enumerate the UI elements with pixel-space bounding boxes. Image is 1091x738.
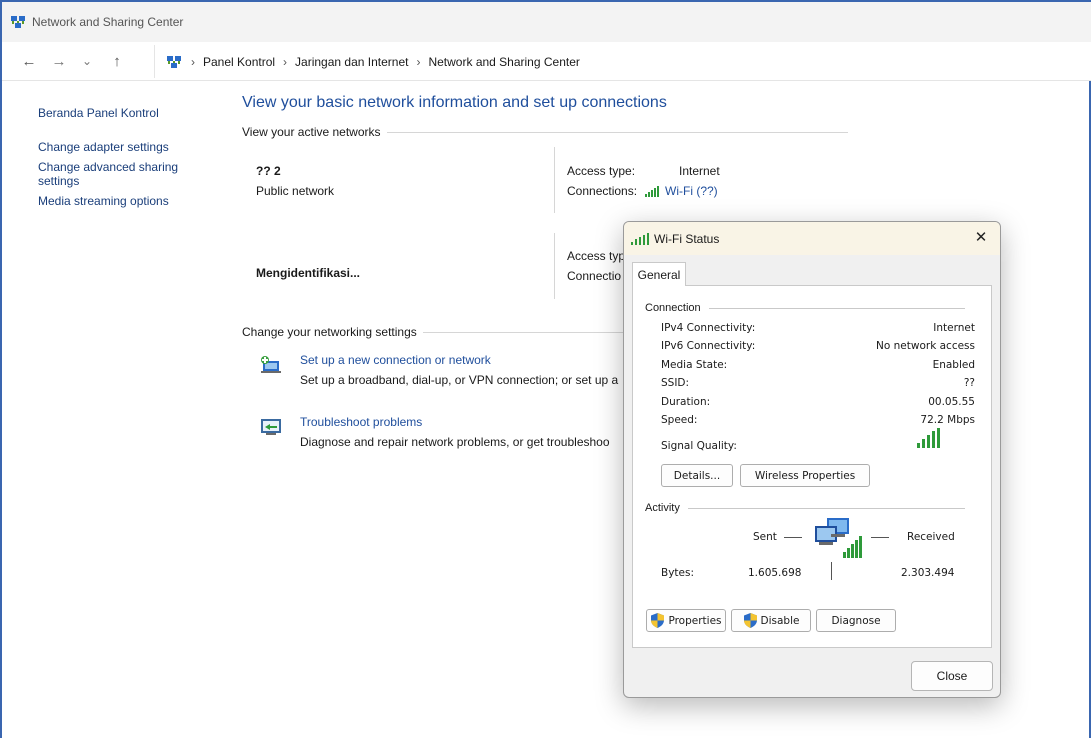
- divider: [554, 147, 555, 213]
- chevron-right-icon: ›: [416, 54, 421, 69]
- properties-label: Properties: [668, 614, 722, 627]
- breadcrumb: › Panel Kontrol › Jaringan dan Internet …: [154, 45, 1091, 78]
- sent-line: [784, 537, 802, 538]
- title-bar: Network and Sharing Center: [2, 2, 1091, 42]
- sidebar-item-adapter-settings[interactable]: Change adapter settings: [38, 140, 208, 154]
- breadcrumb-network-internet[interactable]: Jaringan dan Internet: [295, 55, 408, 69]
- signal-quality-icon: [917, 428, 940, 448]
- signal-quality-label: Signal Quality:: [661, 440, 737, 452]
- window-title: Network and Sharing Center: [32, 15, 184, 29]
- new-connection-icon: [261, 356, 281, 373]
- address-bar: ← → ⌄ ↑ › Panel Kontrol › Jaringan dan I…: [2, 42, 1091, 81]
- media-state-value: Enabled: [932, 359, 975, 371]
- wifi-signal-icon: [645, 185, 659, 197]
- dialog-title-bar[interactable]: Wi-Fi Status ✕: [624, 222, 1000, 255]
- disable-button[interactable]: Disable: [731, 609, 811, 632]
- chevron-right-icon: ›: [191, 54, 195, 69]
- media-state-label: Media State:: [661, 359, 728, 371]
- activity-label: Activity: [645, 502, 680, 514]
- details-button[interactable]: Details...: [661, 464, 733, 487]
- recent-locations-button[interactable]: ⌄: [74, 48, 100, 74]
- access-type-label: Access typ: [567, 249, 626, 263]
- received-line: [871, 537, 889, 538]
- setup-connection-link[interactable]: Set up a new connection or network: [300, 353, 491, 367]
- network-center-icon: [11, 16, 25, 28]
- diagnose-button[interactable]: Diagnose: [816, 609, 896, 632]
- received-label: Received: [907, 531, 955, 543]
- speed-label: Speed:: [661, 414, 698, 426]
- sidebar-item-advanced-sharing[interactable]: Change advanced sharing settings: [38, 160, 198, 188]
- close-icon[interactable]: ✕: [972, 229, 990, 247]
- back-button[interactable]: ←: [16, 48, 42, 74]
- wifi-connection-label: Wi-Fi (??): [665, 184, 718, 198]
- bytes-label: Bytes:: [661, 567, 695, 579]
- wifi-connection-link[interactable]: Wi-Fi (??): [645, 184, 718, 198]
- network-name: Mengidentifikasi...: [256, 266, 361, 280]
- sidebar-item-control-panel-home[interactable]: Beranda Panel Kontrol: [38, 106, 208, 120]
- ipv6-label: IPv6 Connectivity:: [661, 340, 756, 352]
- ipv6-value: No network access: [876, 340, 975, 352]
- network-computers-icon: [815, 518, 862, 558]
- bytes-received-value: 2.303.494: [901, 567, 955, 579]
- setup-connection-desc: Set up a broadband, dial-up, or VPN conn…: [300, 373, 619, 387]
- wireless-properties-button[interactable]: Wireless Properties: [740, 464, 870, 487]
- breadcrumb-control-panel[interactable]: Panel Kontrol: [203, 55, 275, 69]
- settings-label: Change your networking settings: [242, 325, 417, 339]
- properties-button[interactable]: Properties: [646, 609, 726, 632]
- access-type-value: Internet: [679, 164, 720, 178]
- sent-label: Sent: [753, 531, 777, 543]
- breadcrumb-network-sharing-center[interactable]: Network and Sharing Center: [428, 55, 579, 69]
- ssid-label: SSID:: [661, 377, 690, 389]
- activity-group-header: Activity: [645, 502, 965, 514]
- ipv4-label: IPv4 Connectivity:: [661, 322, 756, 334]
- close-button[interactable]: Close: [911, 661, 993, 691]
- ssid-value: ??: [963, 377, 975, 389]
- troubleshoot-icon: [261, 419, 281, 435]
- general-tab-panel: Connection IPv4 Connectivity: Internet I…: [632, 285, 992, 648]
- tab-general[interactable]: General: [632, 262, 686, 286]
- troubleshoot-desc: Diagnose and repair network problems, or…: [300, 435, 610, 449]
- network-type: Public network: [256, 184, 335, 198]
- page-title: View your basic network information and …: [242, 94, 667, 111]
- divider: [554, 233, 555, 299]
- disable-label: Disable: [760, 614, 800, 627]
- speed-value: 72.2 Mbps: [920, 414, 975, 426]
- access-type-label: Access type:: [567, 164, 636, 178]
- connections-label: Connectio: [567, 269, 622, 283]
- sidebar-item-media-streaming[interactable]: Media streaming options: [38, 194, 208, 208]
- sidebar: Beranda Panel Kontrol Change adapter set…: [38, 106, 208, 214]
- wifi-status-dialog: Wi-Fi Status ✕ General Connection IPv4 C…: [623, 221, 1001, 698]
- connection-group-header: Connection: [645, 302, 965, 314]
- duration-value: 00.05.55: [928, 396, 975, 408]
- active-networks-header: View your active networks: [242, 125, 1082, 139]
- chevron-right-icon: ›: [283, 54, 288, 69]
- bytes-sent-value: 1.605.698: [748, 567, 802, 579]
- network-name: ?? 2: [256, 164, 281, 178]
- uac-shield-icon: [743, 613, 757, 628]
- uac-shield-icon: [651, 613, 665, 628]
- ipv4-value: Internet: [933, 322, 975, 334]
- network-center-icon: [167, 55, 181, 68]
- active-networks-label: View your active networks: [242, 125, 381, 139]
- wifi-signal-icon: [631, 232, 649, 245]
- connection-label: Connection: [645, 302, 701, 314]
- connections-label: Connections:: [567, 184, 638, 198]
- forward-button[interactable]: →: [46, 48, 72, 74]
- bytes-divider: [831, 562, 832, 580]
- up-button[interactable]: ↑: [104, 48, 130, 74]
- duration-label: Duration:: [661, 396, 711, 408]
- dialog-title: Wi-Fi Status: [654, 231, 720, 246]
- troubleshoot-link[interactable]: Troubleshoot problems: [300, 415, 422, 429]
